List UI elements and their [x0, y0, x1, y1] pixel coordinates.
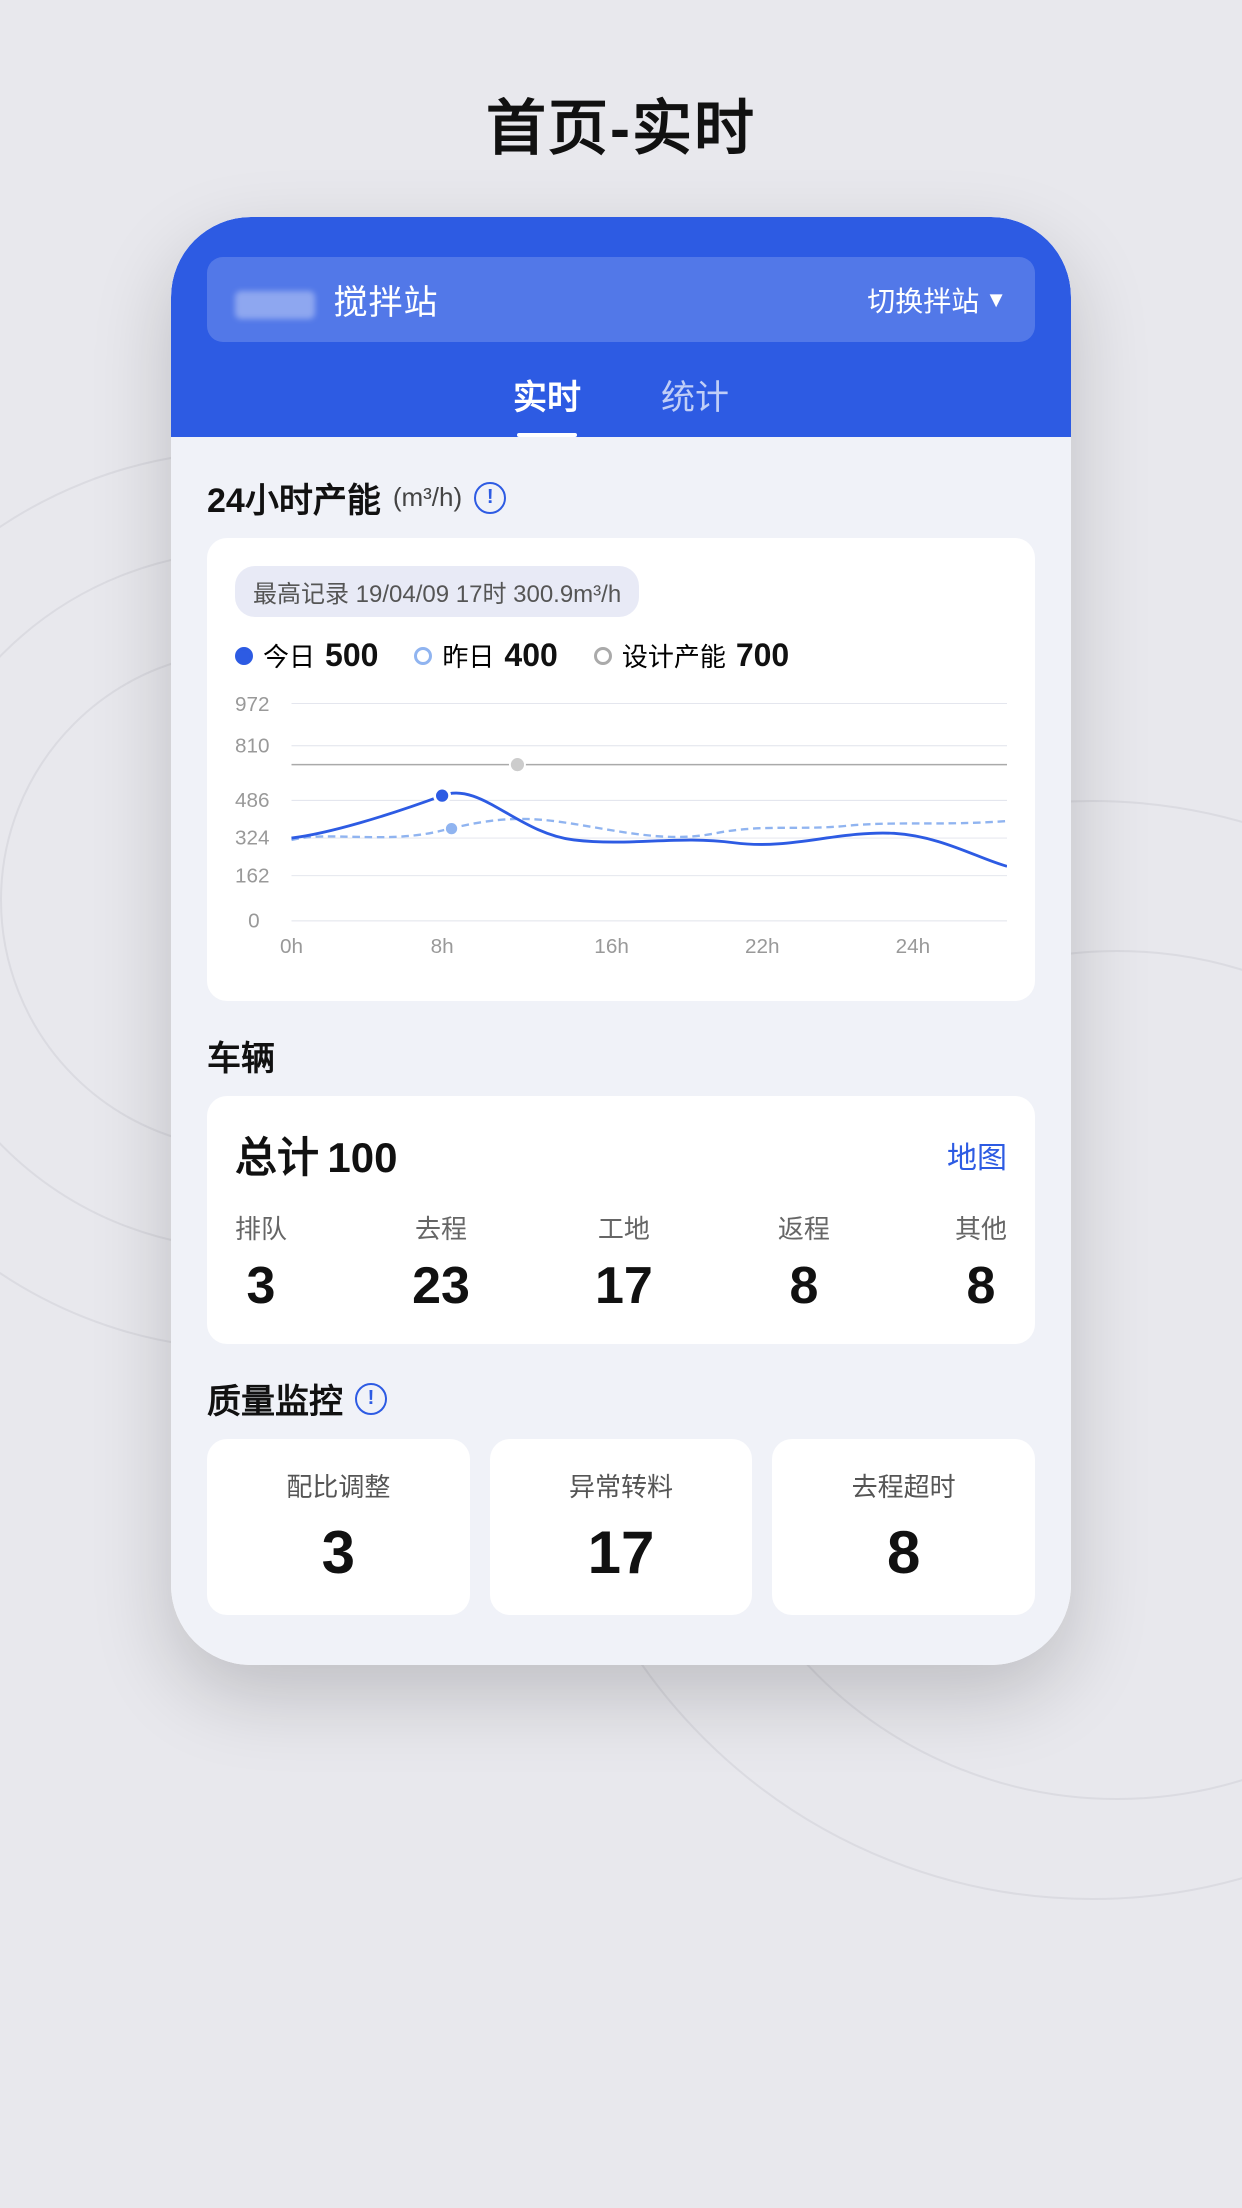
quality-info-icon[interactable]: !	[355, 1383, 387, 1415]
svg-text:0h: 0h	[280, 935, 303, 958]
capacity-section: 24小时产能 (m³/h) ! 最高记录 19/04/09 17时 300.9m…	[207, 473, 1035, 1001]
legend-design: 设计产能 700	[594, 637, 789, 674]
capacity-title: 24小时产能 (m³/h) !	[207, 473, 1035, 522]
svg-text:22h: 22h	[745, 935, 780, 958]
main-content: 24小时产能 (m³/h) ! 最高记录 19/04/09 17时 300.9m…	[171, 437, 1071, 1665]
tab-bar: 实时 统计	[207, 370, 1035, 437]
capacity-info-icon[interactable]: !	[474, 482, 506, 514]
vehicles-header: 总计 100 地图	[235, 1124, 1007, 1185]
quality-title: 质量监控 !	[207, 1374, 1035, 1423]
page-title: 首页-实时	[486, 80, 756, 167]
vehicle-stats: 排队 3 去程 23 工地 17 返程 8	[235, 1209, 1007, 1316]
svg-text:16h: 16h	[594, 935, 629, 958]
svg-text:810: 810	[235, 734, 270, 757]
switch-station-button[interactable]: 切换拌站 ▼	[867, 280, 1007, 320]
svg-text:0: 0	[248, 909, 260, 932]
vehicle-stat-site: 工地 17	[595, 1209, 653, 1316]
svg-text:24h: 24h	[896, 935, 931, 958]
vehicles-title: 车辆	[207, 1031, 1035, 1080]
vehicle-total: 总计 100	[235, 1124, 397, 1185]
svg-text:162: 162	[235, 864, 270, 887]
design-dot	[594, 647, 612, 665]
station-name: 搅拌站	[235, 275, 438, 324]
vehicles-section: 车辆 总计 100 地图 排队 3 去程 2	[207, 1031, 1035, 1344]
chart-legend: 今日 500 昨日 400 设计产能 700	[235, 637, 1007, 674]
map-link[interactable]: 地图	[947, 1133, 1007, 1177]
tab-realtime[interactable]: 实时	[513, 370, 581, 437]
quality-item-abnormal: 异常转料 17	[490, 1439, 753, 1615]
svg-text:972: 972	[235, 694, 270, 716]
station-bar: 搅拌站 切换拌站 ▼	[207, 257, 1035, 342]
vehicle-stat-outbound: 去程 23	[412, 1209, 470, 1316]
quality-cards: 配比调整 3 异常转料 17 去程超时 8	[207, 1439, 1035, 1615]
today-dot	[235, 647, 253, 665]
line-chart: 972 810 486 324 162 0	[235, 694, 1007, 981]
capacity-chart-card: 最高记录 19/04/09 17时 300.9m³/h 今日 500 昨日 40…	[207, 538, 1035, 1001]
chevron-down-icon: ▼	[985, 287, 1007, 313]
vehicle-stat-return: 返程 8	[778, 1209, 830, 1316]
vehicle-stat-queue: 排队 3	[235, 1209, 287, 1316]
tab-statistics[interactable]: 统计	[661, 370, 729, 437]
quality-item-ratio: 配比调整 3	[207, 1439, 470, 1615]
record-badge: 最高记录 19/04/09 17时 300.9m³/h	[235, 566, 639, 617]
svg-text:486: 486	[235, 789, 270, 812]
quality-section: 质量监控 ! 配比调整 3 异常转料 17 去程超时 8	[207, 1374, 1035, 1615]
quality-item-overtime: 去程超时 8	[772, 1439, 1035, 1615]
svg-text:8h: 8h	[431, 935, 454, 958]
vehicle-stat-other: 其他 8	[955, 1209, 1007, 1316]
app-header: 搅拌站 切换拌站 ▼ 实时 统计	[171, 217, 1071, 437]
legend-today: 今日 500	[235, 637, 378, 674]
vehicles-card: 总计 100 地图 排队 3 去程 23 工地	[207, 1096, 1035, 1344]
phone-frame: 搅拌站 切换拌站 ▼ 实时 统计 24小时产能 (m³/h) !	[171, 217, 1071, 1665]
svg-text:324: 324	[235, 827, 270, 850]
yesterday-dot	[414, 647, 432, 665]
legend-yesterday: 昨日 400	[414, 637, 557, 674]
